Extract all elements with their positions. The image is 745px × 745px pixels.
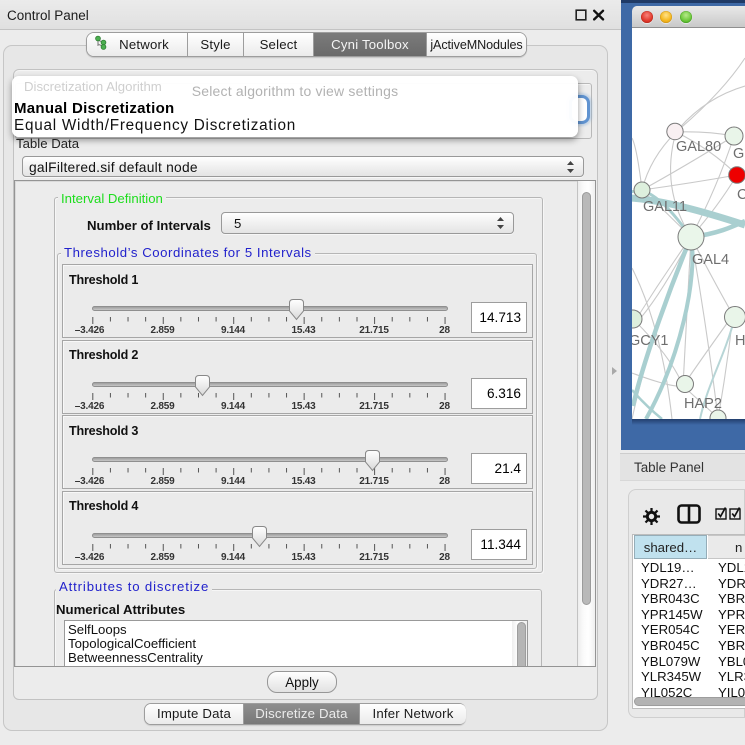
svg-text:GAL11: GAL11 <box>643 199 687 215</box>
svg-text:H: H <box>735 333 745 349</box>
svg-text:GAL80: GAL80 <box>676 139 721 155</box>
svg-text:G: G <box>733 146 744 162</box>
svg-text:HAP2: HAP2 <box>684 396 722 412</box>
svg-text:GAL4: GAL4 <box>692 252 729 268</box>
svg-text:C: C <box>737 187 745 203</box>
svg-text:GCY1: GCY1 <box>632 333 669 349</box>
